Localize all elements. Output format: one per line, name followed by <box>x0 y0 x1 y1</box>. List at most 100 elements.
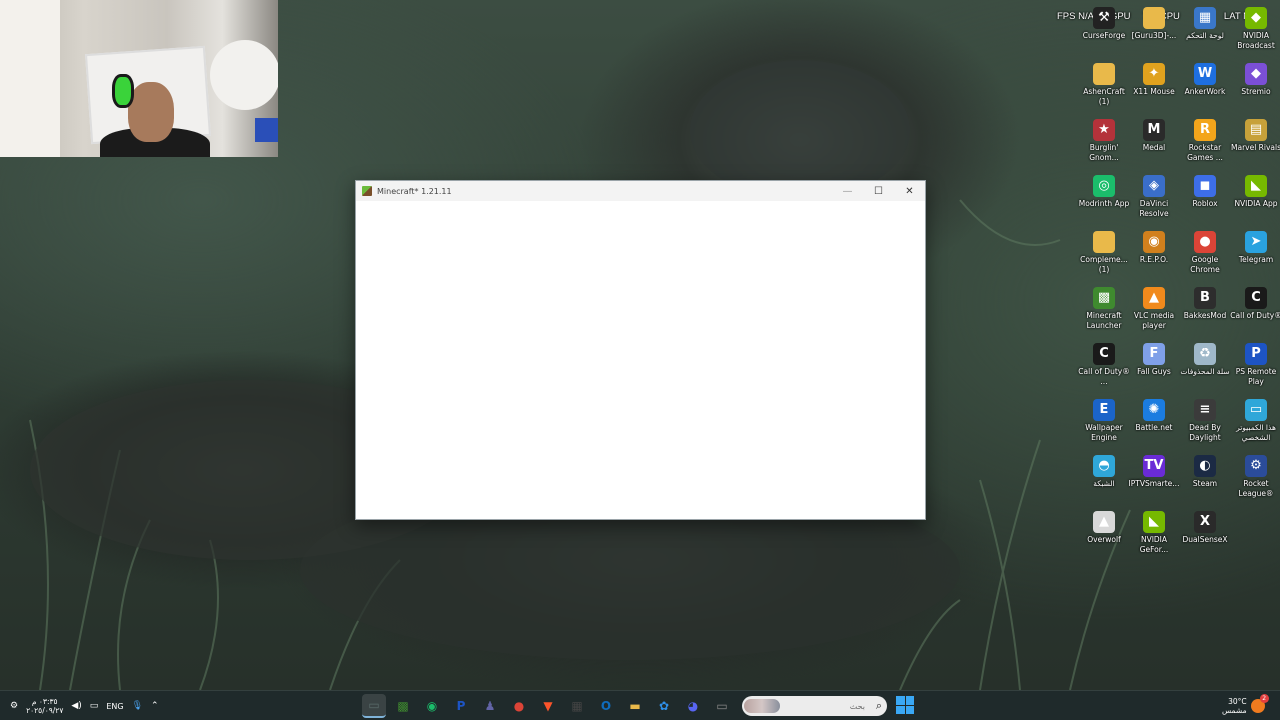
desktop-icon[interactable]: ◼ Roblox <box>1179 172 1231 224</box>
desktop-icon[interactable]: AshenCraft (1) <box>1078 60 1130 112</box>
desktop-icon[interactable]: R Rockstar Games ... <box>1179 116 1231 168</box>
notification-badge: 2 <box>1259 694 1269 703</box>
desktop-icon[interactable]: ✦ X11 Mouse <box>1128 60 1180 112</box>
dead-by-daylight-icon: ≡ <box>1194 399 1216 421</box>
network-icon[interactable]: ▭ <box>90 701 99 711</box>
window-titlebar[interactable]: Minecraft* 1.21.11 — ☐ ✕ <box>356 181 925 201</box>
desktop-icon-label: Telegram <box>1238 255 1274 264</box>
desktop-icon[interactable]: ◣ NVIDIA GeFor... <box>1128 508 1180 560</box>
desktop-icon-label: الشبكة <box>1093 479 1115 488</box>
taskbar-brave[interactable]: ▼ <box>536 694 560 718</box>
taskbar-outlook[interactable]: O <box>594 694 618 718</box>
desktop-icon[interactable]: B BakkesMod <box>1179 284 1231 336</box>
start-button[interactable] <box>896 696 914 714</box>
desktop-icon-label: Minecraft Launcher <box>1086 311 1122 330</box>
desktop-icon-label: Dead By Daylight <box>1189 423 1221 442</box>
minimize-button[interactable]: — <box>832 181 863 201</box>
desktop-icon[interactable]: ◎ Modrinth App <box>1078 172 1130 224</box>
taskbar-minecraft-window[interactable]: ▭ <box>362 694 386 718</box>
rockstar-icon: R <box>1194 119 1216 141</box>
overwolf-icon: ▲ <box>1093 511 1115 533</box>
desktop-icon-label: Burglin' Gnom... <box>1089 143 1119 162</box>
desktop-icon[interactable]: C Call of Duty® ... <box>1078 340 1130 392</box>
search-box[interactable]: بحث ⌕ <box>742 696 887 716</box>
desktop-icon[interactable]: ◓ الشبكة <box>1078 452 1130 504</box>
clock-date: ٢٠٢٥/٠٩/٢٧ <box>26 706 64 715</box>
battlenet-icon: ✺ <box>1143 399 1165 421</box>
clock-time: ٠٣:٣٥ م <box>31 697 58 706</box>
desktop-icon[interactable]: ⚙ Rocket League® <box>1230 452 1280 504</box>
desktop-icon[interactable]: ◆ Stremio <box>1230 60 1280 112</box>
desktop-icon-label: Google Chrome <box>1190 255 1220 274</box>
desktop-icon-label: VLC media player <box>1133 311 1175 330</box>
desktop-icon[interactable]: ● Google Chrome <box>1179 228 1231 280</box>
desktop-icon[interactable]: F Fall Guys <box>1128 340 1180 392</box>
search-highlight-thumbnail <box>744 699 780 713</box>
taskbar-window[interactable]: ▭ <box>710 694 734 718</box>
desktop-icon[interactable]: ◐ Steam <box>1179 452 1231 504</box>
settings-icon[interactable]: ⚙ <box>10 701 18 711</box>
desktop-icon[interactable]: ◣ NVIDIA App <box>1230 172 1280 224</box>
desktop-icon[interactable]: ▲ Overwolf <box>1078 508 1130 560</box>
desktop-icon[interactable]: W AnkerWork <box>1179 60 1231 112</box>
desktop-icon[interactable]: ◈ DaVinci Resolve <box>1128 172 1180 224</box>
close-button[interactable]: ✕ <box>894 181 925 201</box>
clock[interactable]: ٠٣:٣٥ م ٢٠٢٥/٠٩/٢٧ <box>26 697 63 715</box>
microphone-icon[interactable]: 🎙 <box>132 701 143 711</box>
maximize-button[interactable]: ☐ <box>863 181 894 201</box>
taskbar-minecraft-launcher[interactable]: ▩ <box>391 694 415 718</box>
taskbar-copilot[interactable]: ✿ <box>652 694 676 718</box>
taskbar-teams[interactable]: ♟ <box>478 694 502 718</box>
desktop-icon[interactable]: ⚒ CurseForge <box>1078 4 1130 56</box>
taskbar-ps-remote[interactable]: P <box>449 694 473 718</box>
desktop-icon[interactable]: E Wallpaper Engine <box>1078 396 1130 448</box>
desktop-icon[interactable]: ✺ Battle.net <box>1128 396 1180 448</box>
desktop-icon[interactable]: Compleme... (1) <box>1078 228 1130 280</box>
volume-icon[interactable]: ◀) <box>71 701 81 711</box>
weather-widget[interactable]: 30°C مشمس 2 <box>1222 694 1278 718</box>
desktop-icon[interactable]: TV IPTVSmarte... <box>1128 452 1180 504</box>
desktop-icon[interactable]: ▤ Marvel Rivals <box>1230 116 1280 168</box>
desktop-icon[interactable]: ≡ Dead By Daylight <box>1179 396 1231 448</box>
bakkesmod-icon: B <box>1194 287 1216 309</box>
this-pc-icon: ▭ <box>1245 399 1267 421</box>
taskbar-calculator[interactable]: ▦ <box>565 694 589 718</box>
desktop-icon[interactable]: ▩ Minecraft Launcher <box>1078 284 1130 336</box>
desktop-icon[interactable]: [Guru3D]-... <box>1128 4 1180 56</box>
desktop-icon-label: DualSenseX <box>1182 535 1228 544</box>
chevron-up-icon[interactable]: ⌃ <box>151 701 159 711</box>
desktop-icon[interactable]: ◆ NVIDIA Broadcast <box>1230 4 1280 56</box>
desktop-icon[interactable]: ◉ R.E.P.O. <box>1128 228 1180 280</box>
taskbar-file-explorer[interactable]: ▬ <box>623 694 647 718</box>
desktop-icon[interactable]: ♻ سلة المحذوفات <box>1179 340 1231 392</box>
desktop-icon[interactable]: C Call of Duty® <box>1230 284 1280 336</box>
curseforge-icon: ⚒ <box>1093 7 1115 29</box>
desktop-icon[interactable]: ▭ هذا الكمبيوتر الشخصي <box>1230 396 1280 448</box>
desktop-icon[interactable]: ★ Burglin' Gnom... <box>1078 116 1130 168</box>
desktop-icon[interactable]: M Medal <box>1128 116 1180 168</box>
desktop-icon[interactable]: X DualSenseX <box>1179 508 1231 560</box>
desktop-icon-label: Call of Duty® <box>1230 311 1280 320</box>
taskbar-app-green[interactable]: ◉ <box>420 694 444 718</box>
vlc-icon: ▲ <box>1143 287 1165 309</box>
desktop-icon[interactable]: ▦ لوحة التحكم <box>1179 4 1231 56</box>
desktop-icon-label: Battle.net <box>1135 423 1173 432</box>
desktop-icon-label: R.E.P.O. <box>1139 255 1169 264</box>
stremio-icon: ◆ <box>1245 63 1267 85</box>
weather-desc: مشمس <box>1222 706 1247 715</box>
taskbar-discord[interactable]: ◕ <box>681 694 705 718</box>
desktop-icon[interactable]: ▲ VLC media player <box>1128 284 1180 336</box>
x11-mouse-icon: ✦ <box>1143 63 1165 85</box>
desktop-icon-label: Roblox <box>1192 199 1218 208</box>
desktop-icon-label: Overwolf <box>1087 535 1121 544</box>
taskbar: ⚙ ٠٣:٣٥ م ٢٠٢٥/٠٩/٢٧ ◀) ▭ ENG 🎙 ⌃ ▭ ▩ ◉ P ♟ ●… <box>0 690 1280 720</box>
taskbar-chrome[interactable]: ● <box>507 694 531 718</box>
network-icon: ◓ <box>1093 455 1115 477</box>
desktop-icon[interactable]: ➤ Telegram <box>1230 228 1280 280</box>
minecraft-icon <box>362 186 372 196</box>
desktop-icon[interactable]: P PS Remote Play <box>1230 340 1280 392</box>
language-indicator[interactable]: ENG <box>106 702 123 711</box>
desktop-icon-label: Stremio <box>1241 87 1271 96</box>
minecraft-window[interactable]: Minecraft* 1.21.11 — ☐ ✕ <box>355 180 926 520</box>
desktop-icon-label: Steam <box>1192 479 1218 488</box>
